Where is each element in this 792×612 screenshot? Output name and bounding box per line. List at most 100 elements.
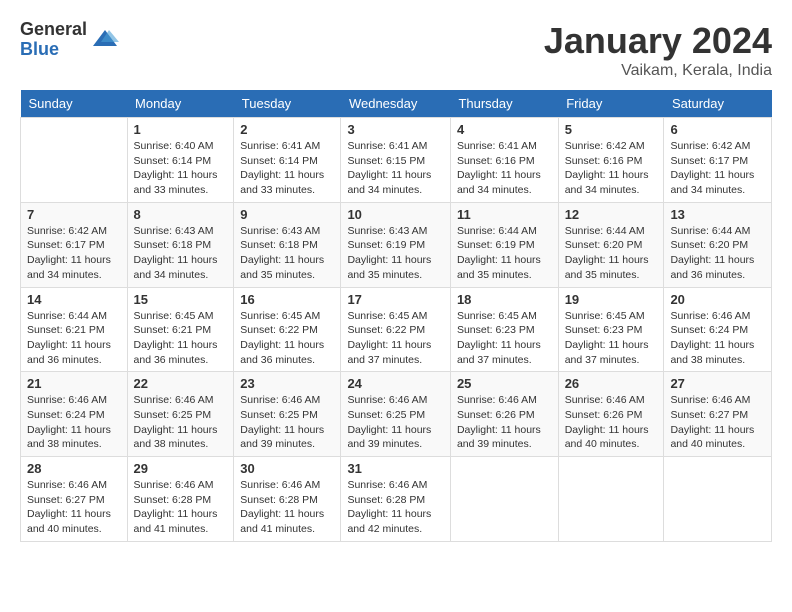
- calendar-cell: 14 Sunrise: 6:44 AM Sunset: 6:21 PM Dayl…: [21, 287, 128, 372]
- weekday-header-tuesday: Tuesday: [234, 90, 341, 118]
- calendar-cell: [450, 457, 558, 542]
- sunrise: Sunrise: 6:46 AM: [347, 479, 427, 491]
- day-number: 5: [565, 122, 658, 137]
- sunset: Sunset: 6:14 PM: [240, 155, 318, 167]
- calendar-cell: 16 Sunrise: 6:45 AM Sunset: 6:22 PM Dayl…: [234, 287, 341, 372]
- day-info: Sunrise: 6:44 AM Sunset: 6:20 PM Dayligh…: [565, 224, 658, 283]
- calendar-cell: 28 Sunrise: 6:46 AM Sunset: 6:27 PM Dayl…: [21, 457, 128, 542]
- sunset: Sunset: 6:18 PM: [134, 239, 212, 251]
- day-info: Sunrise: 6:44 AM Sunset: 6:19 PM Dayligh…: [457, 224, 552, 283]
- sunset: Sunset: 6:25 PM: [134, 409, 212, 421]
- day-number: 8: [134, 207, 228, 222]
- sunrise: Sunrise: 6:42 AM: [565, 140, 645, 152]
- daylight-label: Daylight: 11 hours and 40 minutes.: [670, 424, 754, 451]
- day-number: 15: [134, 292, 228, 307]
- sunset: Sunset: 6:27 PM: [27, 494, 105, 506]
- day-info: Sunrise: 6:46 AM Sunset: 6:25 PM Dayligh…: [134, 393, 228, 452]
- day-number: 9: [240, 207, 334, 222]
- sunrise: Sunrise: 6:45 AM: [134, 310, 214, 322]
- day-info: Sunrise: 6:41 AM Sunset: 6:14 PM Dayligh…: [240, 139, 334, 198]
- calendar-cell: 15 Sunrise: 6:45 AM Sunset: 6:21 PM Dayl…: [127, 287, 234, 372]
- sunrise: Sunrise: 6:45 AM: [457, 310, 537, 322]
- daylight-label: Daylight: 11 hours and 38 minutes.: [670, 339, 754, 366]
- calendar-week-row: 14 Sunrise: 6:44 AM Sunset: 6:21 PM Dayl…: [21, 287, 772, 372]
- calendar-cell: 17 Sunrise: 6:45 AM Sunset: 6:22 PM Dayl…: [341, 287, 451, 372]
- day-number: 28: [27, 461, 121, 476]
- day-info: Sunrise: 6:45 AM Sunset: 6:22 PM Dayligh…: [347, 309, 444, 368]
- day-info: Sunrise: 6:43 AM Sunset: 6:18 PM Dayligh…: [134, 224, 228, 283]
- calendar-cell: 18 Sunrise: 6:45 AM Sunset: 6:23 PM Dayl…: [450, 287, 558, 372]
- calendar-week-row: 21 Sunrise: 6:46 AM Sunset: 6:24 PM Dayl…: [21, 372, 772, 457]
- day-info: Sunrise: 6:46 AM Sunset: 6:24 PM Dayligh…: [27, 393, 121, 452]
- day-number: 17: [347, 292, 444, 307]
- sunset: Sunset: 6:17 PM: [27, 239, 105, 251]
- day-number: 10: [347, 207, 444, 222]
- sunset: Sunset: 6:28 PM: [347, 494, 425, 506]
- day-number: 3: [347, 122, 444, 137]
- day-info: Sunrise: 6:45 AM Sunset: 6:23 PM Dayligh…: [457, 309, 552, 368]
- sunrise: Sunrise: 6:46 AM: [457, 394, 537, 406]
- sunset: Sunset: 6:24 PM: [670, 324, 748, 336]
- day-number: 23: [240, 376, 334, 391]
- sunrise: Sunrise: 6:46 AM: [134, 394, 214, 406]
- calendar-cell: 25 Sunrise: 6:46 AM Sunset: 6:26 PM Dayl…: [450, 372, 558, 457]
- daylight-label: Daylight: 11 hours and 42 minutes.: [347, 508, 431, 535]
- sunset: Sunset: 6:22 PM: [347, 324, 425, 336]
- sunrise: Sunrise: 6:44 AM: [457, 225, 537, 237]
- sunrise: Sunrise: 6:46 AM: [27, 479, 107, 491]
- sunset: Sunset: 6:28 PM: [134, 494, 212, 506]
- sunrise: Sunrise: 6:45 AM: [240, 310, 320, 322]
- weekday-header-wednesday: Wednesday: [341, 90, 451, 118]
- calendar-header-row: SundayMondayTuesdayWednesdayThursdayFrid…: [21, 90, 772, 118]
- day-number: 16: [240, 292, 334, 307]
- day-info: Sunrise: 6:45 AM Sunset: 6:23 PM Dayligh…: [565, 309, 658, 368]
- daylight-label: Daylight: 11 hours and 39 minutes.: [240, 424, 324, 451]
- day-info: Sunrise: 6:46 AM Sunset: 6:25 PM Dayligh…: [347, 393, 444, 452]
- sunrise: Sunrise: 6:46 AM: [670, 394, 750, 406]
- daylight-label: Daylight: 11 hours and 36 minutes.: [27, 339, 111, 366]
- sunrise: Sunrise: 6:44 AM: [27, 310, 107, 322]
- day-number: 14: [27, 292, 121, 307]
- daylight-label: Daylight: 11 hours and 33 minutes.: [134, 169, 218, 196]
- sunset: Sunset: 6:20 PM: [670, 239, 748, 251]
- daylight-label: Daylight: 11 hours and 41 minutes.: [134, 508, 218, 535]
- calendar-cell: 20 Sunrise: 6:46 AM Sunset: 6:24 PM Dayl…: [664, 287, 772, 372]
- day-number: 18: [457, 292, 552, 307]
- sunset: Sunset: 6:25 PM: [347, 409, 425, 421]
- sunrise: Sunrise: 6:44 AM: [565, 225, 645, 237]
- day-info: Sunrise: 6:44 AM Sunset: 6:21 PM Dayligh…: [27, 309, 121, 368]
- daylight-label: Daylight: 11 hours and 38 minutes.: [134, 424, 218, 451]
- logo: General Blue: [20, 20, 119, 60]
- calendar-cell: 10 Sunrise: 6:43 AM Sunset: 6:19 PM Dayl…: [341, 202, 451, 287]
- calendar-cell: [664, 457, 772, 542]
- day-number: 7: [27, 207, 121, 222]
- calendar-week-row: 28 Sunrise: 6:46 AM Sunset: 6:27 PM Dayl…: [21, 457, 772, 542]
- sunrise: Sunrise: 6:43 AM: [347, 225, 427, 237]
- calendar-cell: [21, 118, 128, 203]
- daylight-label: Daylight: 11 hours and 40 minutes.: [565, 424, 649, 451]
- day-number: 12: [565, 207, 658, 222]
- calendar-week-row: 1 Sunrise: 6:40 AM Sunset: 6:14 PM Dayli…: [21, 118, 772, 203]
- calendar-cell: 19 Sunrise: 6:45 AM Sunset: 6:23 PM Dayl…: [558, 287, 664, 372]
- calendar-cell: 5 Sunrise: 6:42 AM Sunset: 6:16 PM Dayli…: [558, 118, 664, 203]
- calendar-cell: 11 Sunrise: 6:44 AM Sunset: 6:19 PM Dayl…: [450, 202, 558, 287]
- day-number: 4: [457, 122, 552, 137]
- day-info: Sunrise: 6:41 AM Sunset: 6:15 PM Dayligh…: [347, 139, 444, 198]
- day-number: 29: [134, 461, 228, 476]
- daylight-label: Daylight: 11 hours and 36 minutes.: [670, 254, 754, 281]
- calendar-cell: 21 Sunrise: 6:46 AM Sunset: 6:24 PM Dayl…: [21, 372, 128, 457]
- weekday-header-monday: Monday: [127, 90, 234, 118]
- day-number: 19: [565, 292, 658, 307]
- daylight-label: Daylight: 11 hours and 41 minutes.: [240, 508, 324, 535]
- logo-general-text: General: [20, 20, 87, 40]
- title-block: January 2024 Vaikam, Kerala, India: [544, 20, 772, 80]
- weekday-header-thursday: Thursday: [450, 90, 558, 118]
- day-number: 11: [457, 207, 552, 222]
- day-number: 6: [670, 122, 765, 137]
- day-number: 27: [670, 376, 765, 391]
- sunset: Sunset: 6:19 PM: [457, 239, 535, 251]
- daylight-label: Daylight: 11 hours and 38 minutes.: [27, 424, 111, 451]
- day-number: 31: [347, 461, 444, 476]
- day-info: Sunrise: 6:43 AM Sunset: 6:19 PM Dayligh…: [347, 224, 444, 283]
- daylight-label: Daylight: 11 hours and 37 minutes.: [565, 339, 649, 366]
